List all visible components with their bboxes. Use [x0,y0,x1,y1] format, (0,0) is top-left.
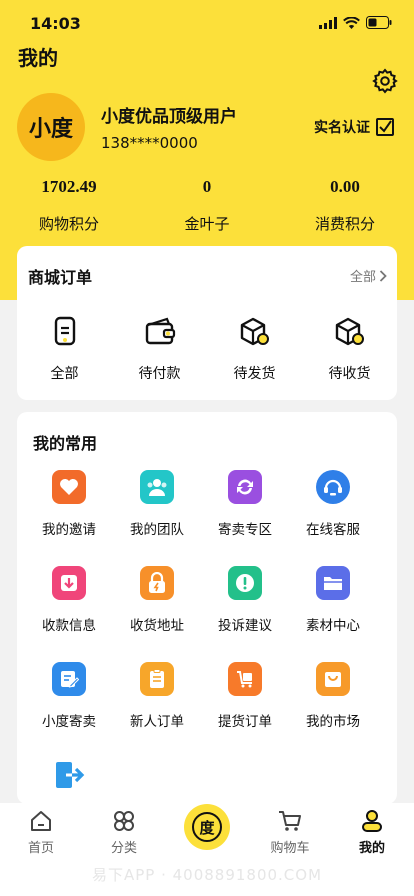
tab-label: 购物车 [270,841,310,856]
tab-mine[interactable]: 我的 [337,809,407,856]
grid-item-consignment-zone[interactable]: 寄卖专区 [201,470,289,566]
order-all[interactable]: 全部 [17,314,112,383]
grid-item-shipping-address[interactable]: 收货地址 [113,566,201,662]
logout-icon [52,758,86,792]
tab-cart[interactable]: 购物车 [255,809,325,856]
home-icon [31,811,51,831]
box-icon [240,317,269,346]
grid-item-xiaodu-consignment[interactable]: 小度寄卖 [25,662,113,758]
avatar[interactable]: 小度 [17,93,85,161]
order-pending-shipment[interactable]: 待发货 [207,314,302,383]
order-label: 全部 [50,366,79,382]
lock-icon [140,566,174,600]
battery-icon [366,16,392,29]
stat-value: 0.00 [330,177,360,196]
alert-icon [228,566,262,600]
user-icon [362,810,382,832]
box-check-icon [335,317,364,346]
bag-icon [316,662,350,696]
order-pending-payment[interactable]: 待付款 [112,314,207,383]
clipboard-list-icon [140,662,174,696]
wallet-icon [145,317,175,345]
grid-item-material-center[interactable]: 素材中心 [289,566,377,662]
cart-icon [279,811,301,831]
grid-label: 提货订单 [218,714,272,730]
watermark: 易下APP · 4008891800.COM [91,866,323,884]
user-phone: 138****0000 [101,134,198,152]
common-grid: 我的邀请 我的团队 寄卖专区 在线客服 收款信息 收货地址 投诉建议 素材中心 … [25,470,377,854]
orders-title: 商城订单 [28,268,93,287]
stat-value: 0 [202,177,212,196]
stat-consumption-points[interactable]: 0.00 消费积分 [276,175,414,234]
grid-label: 投诉建议 [218,618,272,634]
grid-label: 我的邀请 [42,522,96,538]
chevron-right-icon [379,269,387,282]
stat-shopping-points[interactable]: 1702.49 购物积分 [0,175,138,234]
grid-item-my-market[interactable]: 我的市场 [289,662,377,758]
folder-icon [316,566,350,600]
tab-center-logo[interactable]: 度 [184,804,230,850]
grid-label: 寄卖专区 [218,522,272,538]
tab-home[interactable]: 首页 [6,809,76,856]
stats-row: 1702.49 购物积分 0 金叶子 0.00 消费积分 [0,175,414,234]
grid-label: 收货地址 [130,618,184,634]
grid-item-my-team[interactable]: 我的团队 [113,470,201,566]
clover-icon [114,811,134,831]
grid-item-online-service[interactable]: 在线客服 [289,470,377,566]
status-icons [319,16,392,29]
real-name-verification[interactable]: 实名认证 [314,117,394,137]
settings-gear-icon[interactable] [372,68,398,94]
status-time: 14:03 [30,14,81,33]
cart-tag-icon [228,662,262,696]
grid-item-payment-info[interactable]: 收款信息 [25,566,113,662]
clipboard-icon [54,316,75,346]
order-label: 待付款 [138,366,181,382]
grid-label: 我的市场 [306,714,360,730]
grid-label: 收款信息 [42,618,96,634]
verify-check-icon [376,118,394,136]
refresh-icon [228,470,262,504]
team-icon [140,470,174,504]
grid-label: 新人订单 [130,714,184,730]
orders-all-link[interactable]: 全部 [350,266,387,285]
stat-gold-leaf[interactable]: 0 金叶子 [138,175,276,234]
grid-label: 在线客服 [306,522,360,538]
stat-label: 购物积分 [38,215,99,233]
heart-icon [52,470,86,504]
wifi-icon [343,16,360,29]
tab-category[interactable]: 分类 [89,809,159,856]
edit-icon [52,662,86,696]
order-label: 待发货 [233,366,276,382]
stat-label: 消费积分 [314,215,375,233]
mall-orders-card: 商城订单 全部 全部 待付款 待发货 待收货 [17,246,397,400]
common-tools-card: 我的常用 我的邀请 我的团队 寄卖专区 在线客服 收款信息 收货地址 投诉建议 … [17,412,397,804]
grid-item-complaints[interactable]: 投诉建议 [201,566,289,662]
center-logo-icon: 度 [192,812,222,842]
signal-icon [319,16,337,29]
status-bar: 14:03 [0,0,414,44]
order-label: 待收货 [328,366,371,382]
tab-label: 首页 [27,841,54,856]
page-title: 我的 [18,46,58,70]
order-pending-receipt[interactable]: 待收货 [302,314,397,383]
tab-label: 我的 [358,841,385,856]
grid-item-my-invite[interactable]: 我的邀请 [25,470,113,566]
grid-item-newcomer-order[interactable]: 新人订单 [113,662,201,758]
verify-label: 实名认证 [314,120,370,136]
grid-item-pickup-order[interactable]: 提货订单 [201,662,289,758]
download-icon [52,566,86,600]
stat-label: 金叶子 [184,215,230,233]
user-name: 小度优品顶级用户 [101,107,237,127]
stat-value: 1702.49 [41,177,97,196]
grid-label: 小度寄卖 [42,714,96,730]
tab-label: 分类 [110,841,137,856]
grid-label: 素材中心 [306,618,360,634]
grid-label: 我的团队 [130,522,184,538]
common-title: 我的常用 [33,434,98,453]
headset-icon [316,470,350,504]
order-status-row: 全部 待付款 待发货 待收货 [17,314,397,383]
all-label: 全部 [349,270,376,285]
